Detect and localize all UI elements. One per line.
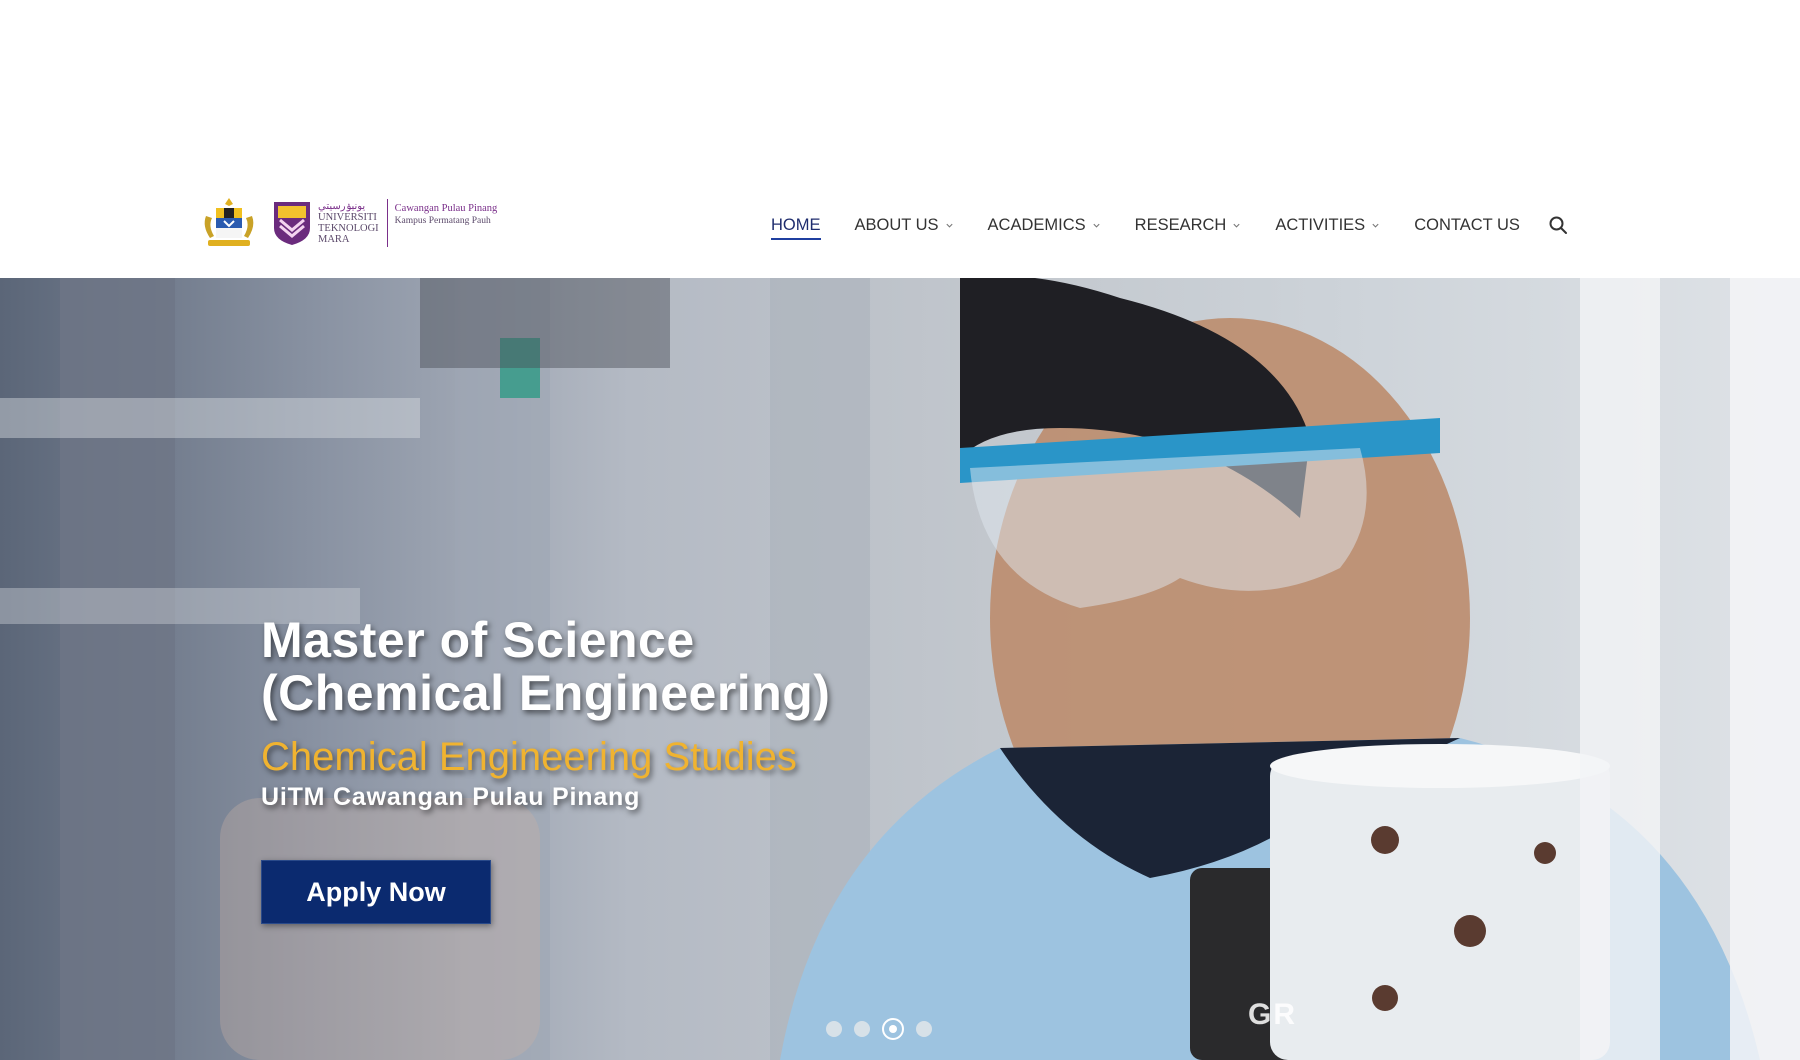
hero-slider[interactable]: Master of Science (Chemical Engineering)… bbox=[0, 278, 1800, 1060]
chevron-down-icon bbox=[945, 223, 953, 228]
campus-name: Cawangan Pulau Pinang bbox=[394, 203, 498, 214]
hero-subtitle: Chemical Engineering Studies bbox=[261, 735, 797, 779]
uitm-shield-icon bbox=[274, 202, 310, 245]
nav-item-academics[interactable]: ACADEMICS bbox=[988, 210, 1101, 240]
uitm-wordmark: يونيۏرسيتي UNIVERSITI TEKNOLOGI MARA bbox=[318, 201, 379, 245]
slide-dot-1[interactable] bbox=[826, 1021, 842, 1037]
uitm-line-1: UNIVERSITI bbox=[318, 212, 377, 223]
uitm-line-2: TEKNOLOGI bbox=[318, 223, 379, 234]
nav-item-research[interactable]: RESEARCH bbox=[1135, 210, 1242, 240]
chevron-down-icon bbox=[1233, 223, 1240, 228]
chevron-down-icon bbox=[1093, 223, 1100, 228]
hero-title: Master of Science (Chemical Engineering) bbox=[261, 614, 830, 720]
hero-title-line-1: Master of Science bbox=[261, 612, 695, 668]
nav-label-academics: ACADEMICS bbox=[987, 215, 1086, 234]
campus-wordmark: Cawangan Pulau Pinang Kampus Permatang P… bbox=[395, 203, 498, 227]
logo-divider bbox=[386, 199, 388, 247]
slide-dot-2[interactable] bbox=[854, 1021, 870, 1037]
slide-dot-4[interactable] bbox=[916, 1021, 932, 1037]
slide-dot-3-active[interactable] bbox=[882, 1018, 904, 1040]
site-header: يونيۏرسيتي UNIVERSITI TEKNOLOGI MARA Caw… bbox=[0, 0, 1800, 278]
nav-label-activities: ACTIVITIES bbox=[1275, 215, 1366, 234]
nav-label-home: HOME bbox=[771, 215, 821, 234]
nav-label-about-us: ABOUT US bbox=[854, 215, 939, 234]
hero-campus-line: UiTM Cawangan Pulau Pinang bbox=[261, 783, 641, 811]
nav-label-contact-us: CONTACT US bbox=[1414, 215, 1520, 234]
uitm-jawi-text: يونيۏرسيتي bbox=[318, 201, 366, 212]
coat-of-arms-icon bbox=[204, 198, 254, 246]
nav-item-contact-us[interactable]: CONTACT US bbox=[1414, 210, 1520, 240]
nav-label-research: RESEARCH bbox=[1134, 215, 1227, 234]
campus-sub: Kampus Permatang Pauh bbox=[394, 216, 491, 226]
main-nav: HOME ABOUT US ACADEMICS RESEARCH ACTIVIT… bbox=[771, 210, 1568, 240]
hero-background-text: GR bbox=[1248, 998, 1297, 1031]
uitm-line-3: MARA bbox=[318, 234, 350, 245]
nav-item-about-us[interactable]: ABOUT US bbox=[855, 210, 954, 240]
slider-pagination bbox=[826, 1018, 944, 1040]
hero-title-line-2: (Chemical Engineering) bbox=[261, 665, 831, 721]
nav-item-activities[interactable]: ACTIVITIES bbox=[1275, 210, 1380, 240]
search-icon[interactable] bbox=[1548, 215, 1568, 235]
site-logo[interactable]: يونيۏرسيتي UNIVERSITI TEKNOLOGI MARA Caw… bbox=[200, 196, 497, 250]
nav-item-home[interactable]: HOME bbox=[771, 210, 821, 240]
chevron-down-icon bbox=[1372, 223, 1379, 228]
apply-now-button[interactable]: Apply Now bbox=[261, 860, 491, 924]
